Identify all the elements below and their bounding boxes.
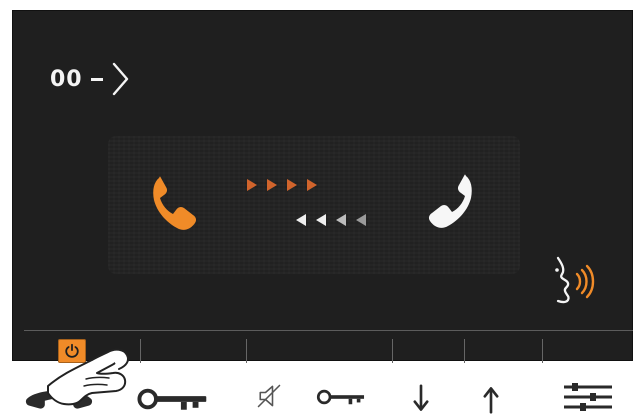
call-status-indicator: 00 [50, 60, 133, 98]
arrow-left-icon [296, 214, 306, 226]
speaking-face-icon [555, 256, 595, 304]
status-dash-icon [90, 77, 103, 81]
intercom-screen: 00 [12, 10, 633, 363]
arrow-right-icon [247, 179, 257, 191]
chevron-right-icon [112, 62, 128, 96]
arrow-up-icon[interactable] [480, 384, 502, 414]
arrow-right-icon [307, 179, 317, 191]
arrow-right-icon [267, 179, 277, 191]
physical-controls [0, 358, 633, 414]
caller-phone-icon [153, 176, 197, 230]
hang-up-icon[interactable] [20, 380, 98, 414]
settings-icon[interactable] [562, 382, 614, 412]
outgoing-signal-arrows [247, 179, 317, 191]
key-icon[interactable] [316, 386, 374, 408]
arrow-left-icon [316, 214, 326, 226]
intercom-panel: 00 [0, 0, 633, 414]
call-animation-area [108, 136, 520, 274]
arrow-down-icon[interactable] [410, 384, 432, 414]
status-code: 00 [50, 66, 83, 92]
receiver-phone-icon [428, 174, 472, 228]
arrow-right-icon [287, 179, 297, 191]
key-icon[interactable] [136, 384, 218, 414]
mute-icon[interactable] [255, 382, 283, 410]
incoming-signal-arrows [296, 214, 366, 226]
arrow-left-icon [356, 214, 366, 226]
arrow-left-icon [336, 214, 346, 226]
